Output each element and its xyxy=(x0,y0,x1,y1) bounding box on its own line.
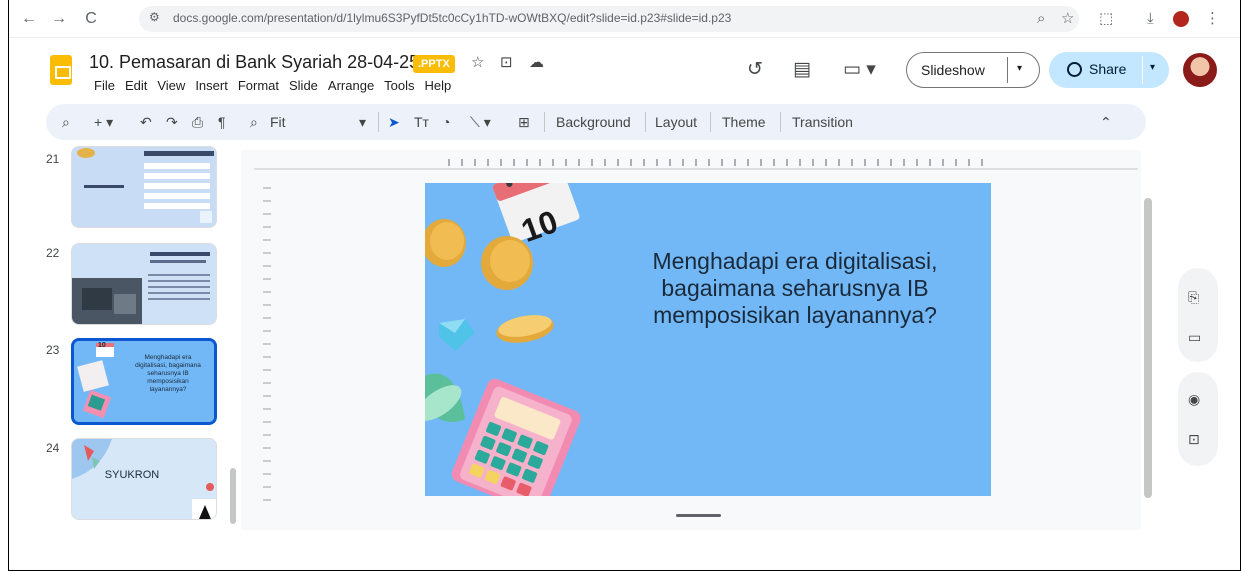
record-icon[interactable]: ◉ xyxy=(1188,390,1200,408)
thumbnail-text: Menghadapi era digitalisasi, bagaimana s… xyxy=(135,354,201,393)
calculator-icon xyxy=(451,378,581,496)
keep-icon[interactable]: ⎘ xyxy=(1188,288,1199,306)
redo-icon[interactable]: ↷ xyxy=(166,113,178,131)
transition-button[interactable]: Transition xyxy=(792,113,853,131)
slide-thumbnail-21[interactable] xyxy=(71,146,217,228)
zoom-icon[interactable]: ⌕ xyxy=(1037,9,1045,29)
menu-arrange[interactable]: Arrange xyxy=(323,78,379,93)
current-slide[interactable]: 10 xyxy=(425,183,991,496)
file-type-badge: .PPTX xyxy=(413,55,455,73)
menu-insert[interactable]: Insert xyxy=(190,78,233,93)
menu-format[interactable]: Format xyxy=(233,78,284,93)
move-folder-icon[interactable]: ⊡ xyxy=(500,53,513,71)
paint-format-icon[interactable]: ¶ xyxy=(218,113,226,131)
undo-icon[interactable]: ↶ xyxy=(140,113,152,131)
folder-icon[interactable]: ▭ xyxy=(1188,328,1201,346)
line-icon[interactable]: ⟍ ▾ xyxy=(470,113,491,131)
side-panel-group xyxy=(1178,372,1218,466)
browser-toolbar: ← → C ⚙ docs.google.com/presentation/d/1… xyxy=(9,0,1240,38)
speaker-notes-handle[interactable] xyxy=(676,514,721,517)
divider xyxy=(1007,57,1008,83)
divider xyxy=(544,112,545,132)
video-add-icon[interactable]: ⊡ xyxy=(1188,430,1200,448)
url-text[interactable]: docs.google.com/presentation/d/1lylmu6S3… xyxy=(173,11,731,25)
shape-icon[interactable]: ◔ xyxy=(442,113,450,131)
chevron-down-icon[interactable]: ▾ xyxy=(1017,63,1022,74)
thumbnail-calendar-number: 10 xyxy=(98,342,106,349)
divider xyxy=(645,112,646,132)
slide-number: 22 xyxy=(46,246,60,260)
insert-icon[interactable]: ⊞ xyxy=(518,113,530,131)
cloud-status-icon[interactable]: ☁ xyxy=(529,53,544,71)
profile-icon[interactable] xyxy=(1173,11,1189,27)
menu-edit[interactable]: Edit xyxy=(120,78,152,93)
theme-button[interactable]: Theme xyxy=(722,113,766,131)
canvas-scrollbar[interactable] xyxy=(1144,198,1152,498)
select-cursor-icon[interactable]: ➤ xyxy=(388,113,400,131)
slide-number: 24 xyxy=(46,441,60,455)
avatar[interactable] xyxy=(1183,53,1217,87)
text-box-icon[interactable]: Tт xyxy=(414,113,429,131)
menu-help[interactable]: Help xyxy=(420,78,457,93)
slideshow-label: Slideshow xyxy=(921,62,985,78)
editing-toolbar: ⌕ + ▾ ↶ ↷ ⎙ ¶ ⌕ Fit ▾ ➤ Tт ◔ ⟍ ▾ ⊞ Backg… xyxy=(46,104,1146,140)
comment-icon[interactable]: ▤ xyxy=(793,58,811,82)
divider xyxy=(780,112,781,132)
slide-number: 23 xyxy=(46,343,60,357)
share-button[interactable]: Share ▾ xyxy=(1049,52,1169,88)
menu-file[interactable]: File xyxy=(89,78,120,93)
star-icon[interactable]: ☆ xyxy=(471,53,484,71)
horizontal-ruler[interactable] xyxy=(254,152,1138,170)
divider xyxy=(378,112,379,132)
more-vert-icon[interactable]: ⋮ xyxy=(1205,9,1220,29)
slides-logo[interactable] xyxy=(50,55,72,85)
search-menus-icon[interactable]: ⌕ xyxy=(62,113,70,131)
thumbnail-text: SYUKRON xyxy=(104,469,160,481)
arrow-right-icon[interactable]: → xyxy=(49,9,69,29)
divider xyxy=(710,112,711,132)
divider xyxy=(1142,56,1143,84)
slide-thumbnail-23-selected[interactable]: Menghadapi era digitalisasi, bagaimana s… xyxy=(71,338,217,425)
slide-thumbnail-22[interactable] xyxy=(71,243,217,325)
site-settings-icon[interactable]: ⚙ xyxy=(149,10,160,24)
menu-tools[interactable]: Tools xyxy=(379,78,419,93)
slide-thumbnail-24[interactable]: SYUKRON xyxy=(71,438,217,520)
side-panel-group xyxy=(1178,268,1218,362)
vertical-ruler[interactable] xyxy=(257,180,273,510)
document-title[interactable]: 10. Pemasaran di Bank Syariah 28-04-25 xyxy=(89,52,419,73)
slideshow-button[interactable]: Slideshow ▾ xyxy=(906,52,1040,88)
slide-illustration: 10 xyxy=(425,183,581,496)
video-camera-icon[interactable]: ▭ ▾ xyxy=(843,58,876,82)
menu-slide[interactable]: Slide xyxy=(284,78,323,93)
new-slide-icon[interactable]: + ▾ xyxy=(94,113,113,131)
zoom-select[interactable]: Fit xyxy=(270,113,286,131)
globe-icon xyxy=(1067,62,1082,77)
extensions-icon[interactable]: ⬚ xyxy=(1099,9,1113,29)
arrow-left-icon[interactable]: ← xyxy=(19,9,39,29)
filmstrip-scrollbar[interactable] xyxy=(230,468,236,524)
chevron-down-icon[interactable]: ▾ xyxy=(1150,62,1155,73)
share-label: Share xyxy=(1089,61,1127,77)
layout-button[interactable]: Layout xyxy=(655,113,697,131)
chevron-down-icon[interactable]: ▾ xyxy=(359,113,366,131)
browser-frame: ← → C ⚙ docs.google.com/presentation/d/1… xyxy=(8,0,1241,571)
menu-bar: File Edit View Insert Format Slide Arran… xyxy=(89,78,456,93)
slide-body-text[interactable]: Menghadapi era digitalisasi, bagaimana s… xyxy=(636,248,954,329)
reload-icon[interactable]: C xyxy=(81,9,101,29)
thumbnail-art xyxy=(72,147,216,227)
download-icon[interactable]: ⤓ xyxy=(1147,9,1154,29)
background-button[interactable]: Background xyxy=(556,113,631,131)
bookmark-star-icon[interactable]: ☆ xyxy=(1061,9,1074,29)
address-bar[interactable]: ⚙ docs.google.com/presentation/d/1lylmu6… xyxy=(139,6,1079,32)
history-icon[interactable]: ↺ xyxy=(747,58,763,82)
zoom-icon[interactable]: ⌕ xyxy=(250,113,258,131)
menu-view[interactable]: View xyxy=(152,78,190,93)
slide-number: 21 xyxy=(46,152,60,166)
print-icon[interactable]: ⎙ xyxy=(192,113,203,131)
collapse-toolbar-icon[interactable]: ⌃ xyxy=(1100,113,1112,131)
thumbnail-art xyxy=(72,244,216,324)
